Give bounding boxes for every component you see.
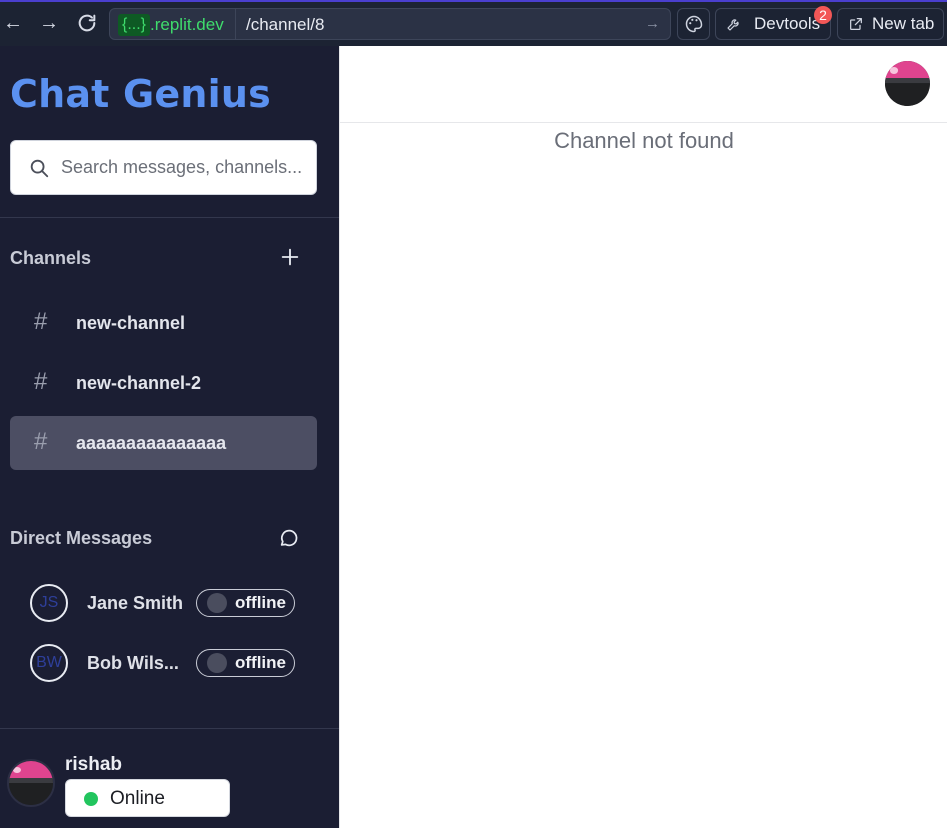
url-path[interactable]: /channel/8 (246, 14, 324, 36)
status-text: offline (235, 653, 286, 672)
palette-button[interactable] (677, 8, 710, 40)
divider (0, 217, 339, 218)
sidebar: Chat Genius Channels # new-channel # new… (0, 46, 339, 828)
avatar: JS (30, 584, 68, 622)
direct-messages-title: Direct Messages (10, 528, 153, 548)
search-input[interactable] (61, 141, 309, 194)
search-icon (30, 159, 49, 178)
forward-arrow-icon[interactable]: → (36, 10, 62, 36)
hash-icon: # (34, 368, 48, 395)
main-panel: Channel not found (339, 46, 947, 828)
devtools-label: Devtools (754, 14, 821, 33)
palette-icon (685, 15, 703, 33)
current-user-avatar[interactable] (7, 759, 55, 807)
url-badge: {...} (118, 14, 151, 36)
go-arrow-icon[interactable]: → (645, 13, 660, 35)
channel-item-aaaaaaaaaaaaaaa[interactable]: # aaaaaaaaaaaaaaa (10, 416, 317, 470)
dm-item-bob-wilson[interactable]: BW Bob Wils... offline (10, 636, 317, 690)
channel-item-new-channel-2[interactable]: # new-channel-2 (10, 356, 317, 410)
main-header (340, 46, 947, 123)
add-channel-plus-icon[interactable] (277, 244, 303, 270)
status-text: offline (235, 593, 286, 612)
dm-name: Jane Smith (87, 593, 184, 613)
divider (0, 728, 339, 729)
channel-not-found-message: Channel not found (554, 128, 734, 153)
current-user-name: rishab (65, 754, 123, 775)
wrench-icon (726, 9, 742, 43)
devtools-count-badge: 2 (814, 6, 832, 24)
browser-toolbar: ← → {...} .replit.dev /channel/8 → Devto… (0, 0, 947, 46)
avatar: BW (30, 644, 68, 682)
profile-avatar[interactable] (885, 61, 930, 106)
external-link-icon (848, 9, 864, 43)
url-separator (235, 9, 236, 39)
user-status-select[interactable]: Online (65, 779, 230, 817)
new-message-bubble-icon[interactable] (276, 525, 302, 551)
channel-name: new-channel (76, 313, 186, 333)
status-dot (207, 653, 227, 673)
user-status-text: Online (110, 788, 165, 809)
dm-item-jane-smith[interactable]: JS Jane Smith offline (10, 576, 317, 630)
app-title: Chat Genius (10, 72, 271, 116)
url-bar[interactable]: {...} .replit.dev /channel/8 → (109, 8, 671, 40)
reload-icon[interactable] (74, 10, 100, 36)
channel-name: aaaaaaaaaaaaaaa (76, 433, 227, 453)
new-tab-label: New tab (872, 14, 935, 33)
channel-item-new-channel[interactable]: # new-channel (10, 296, 317, 350)
hash-icon: # (34, 308, 48, 335)
status-badge: offline (196, 649, 295, 677)
channel-name: new-channel-2 (76, 373, 202, 393)
url-domain: .replit.dev (150, 15, 224, 34)
channels-title: Channels (10, 248, 92, 268)
status-dot (207, 593, 227, 613)
hash-icon: # (34, 428, 48, 455)
status-badge: offline (196, 589, 295, 617)
new-tab-button[interactable]: New tab (837, 8, 944, 40)
search-box[interactable] (10, 140, 317, 195)
dm-name: Bob Wils... (87, 653, 179, 673)
back-arrow-icon[interactable]: ← (0, 10, 26, 36)
online-status-dot (84, 792, 98, 806)
